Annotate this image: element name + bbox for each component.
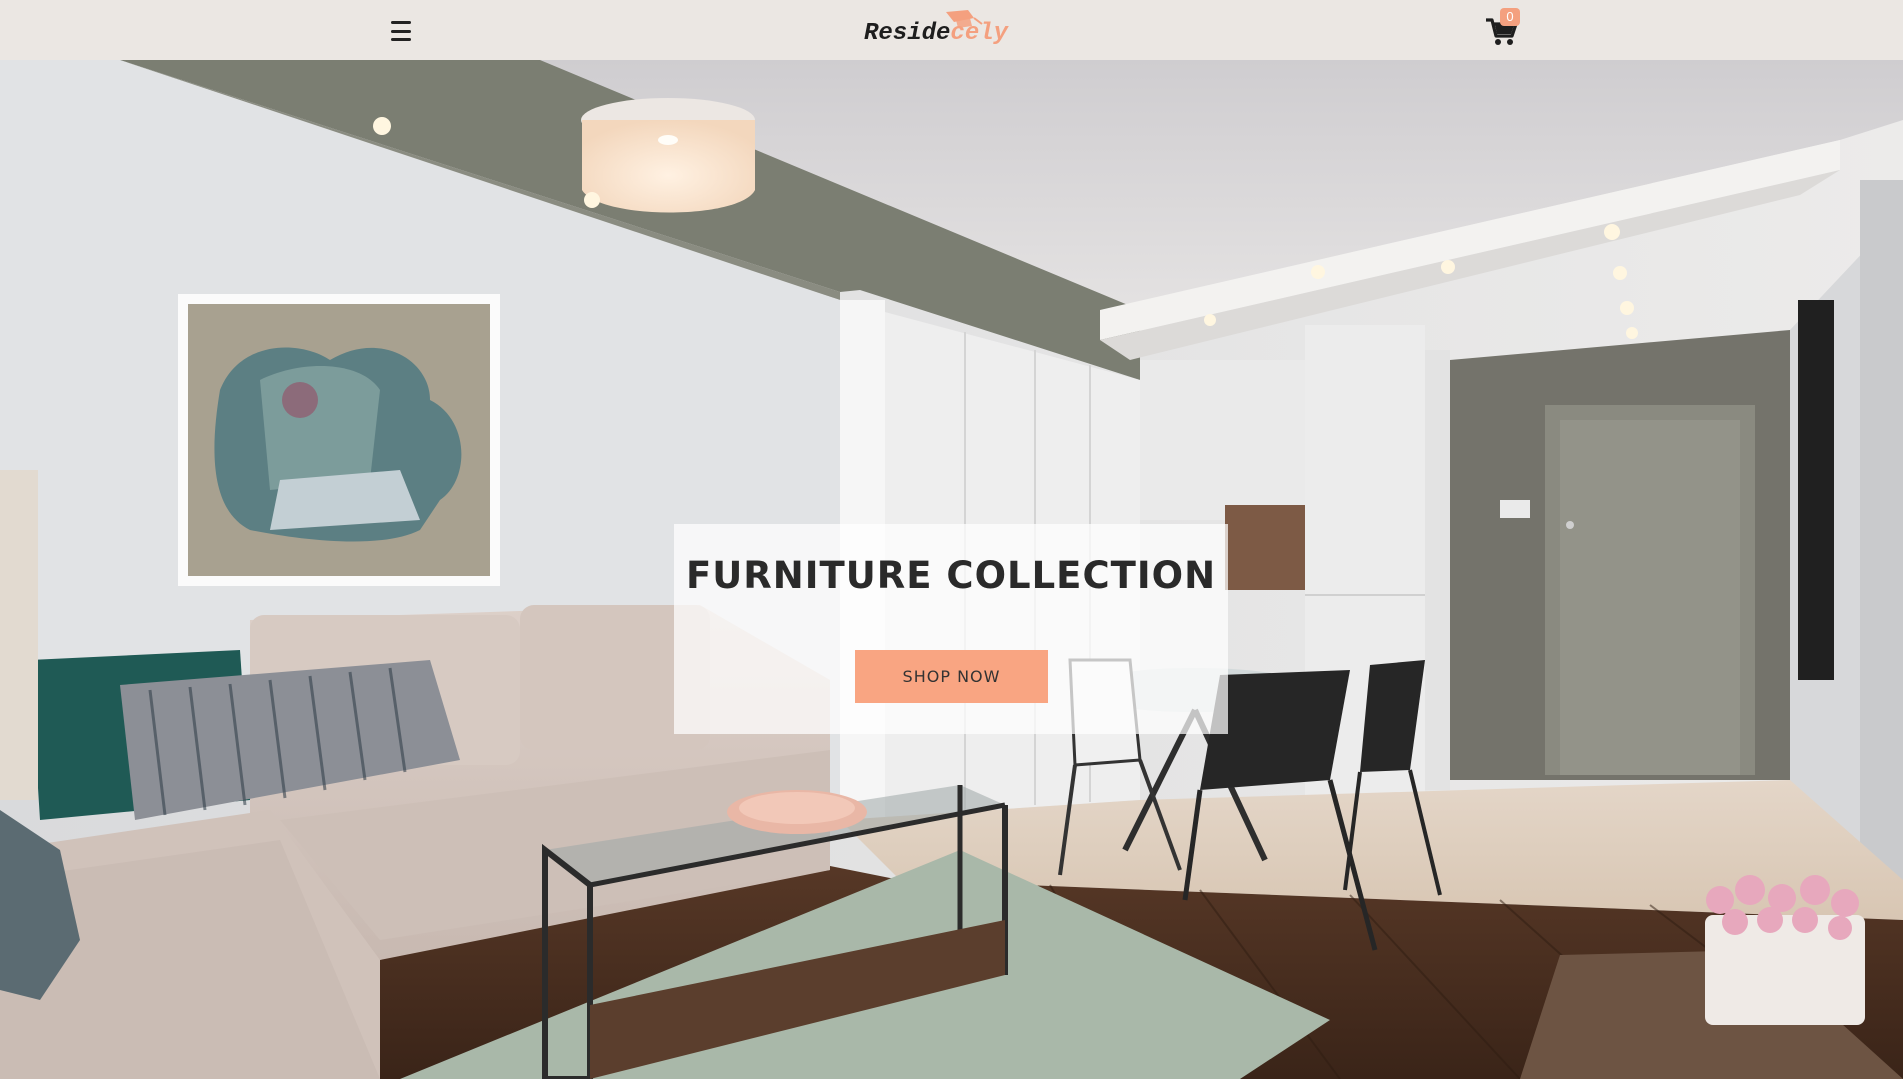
cart-count-badge: 0: [1500, 8, 1520, 26]
logo-text-part1: Reside: [864, 20, 951, 47]
hero-title: FURNITURE COLLECTION: [685, 554, 1217, 597]
hamburger-menu-icon[interactable]: [386, 18, 416, 44]
top-navbar: Residecely 0: [0, 0, 1903, 60]
logo-text: Residecely: [864, 20, 1008, 47]
shop-now-button[interactable]: SHOP NOW: [855, 650, 1048, 703]
site-logo[interactable]: Residecely: [862, 8, 1042, 52]
hero-overlay-card: FURNITURE COLLECTION SHOP NOW: [674, 524, 1228, 734]
logo-text-part2: cely: [950, 20, 1009, 47]
hero-banner: FURNITURE COLLECTION SHOP NOW: [0, 60, 1903, 1079]
